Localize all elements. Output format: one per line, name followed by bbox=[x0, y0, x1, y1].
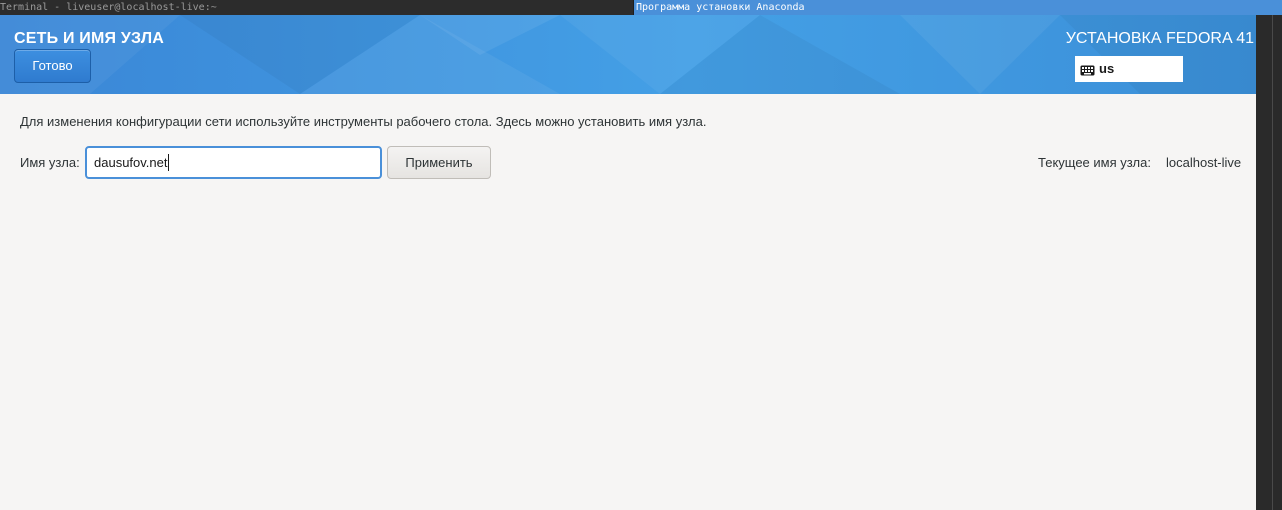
done-button[interactable]: Готово bbox=[14, 49, 91, 83]
network-config-hint: Для изменения конфигурации сети использу… bbox=[20, 114, 707, 129]
spoke-title: СЕТЬ И ИМЯ УЗЛА bbox=[14, 30, 165, 47]
spoke-header: СЕТЬ И ИМЯ УЗЛА Готово УСТАНОВКА FEDORA … bbox=[0, 15, 1256, 94]
taskbar: Terminal - liveuser@localhost-live:~ Про… bbox=[0, 0, 1282, 15]
taskbar-anaconda-button[interactable]: Программа установки Anaconda bbox=[634, 0, 1282, 15]
product-title: УСТАНОВКА FEDORA 41 bbox=[1065, 30, 1254, 47]
header-background-pattern bbox=[0, 15, 1256, 94]
installer-window: СЕТЬ И ИМЯ УЗЛА Готово УСТАНОВКА FEDORA … bbox=[0, 15, 1256, 510]
current-hostname-value: localhost-live bbox=[1166, 155, 1242, 170]
apply-hostname-button[interactable]: Применить bbox=[387, 146, 491, 179]
hostname-input[interactable]: dausufov.net bbox=[85, 146, 382, 179]
keyboard-layout-indicator[interactable]: us bbox=[1075, 56, 1183, 82]
keyboard-layout-label: us bbox=[1099, 61, 1115, 76]
taskbar-terminal-button[interactable]: Terminal - liveuser@localhost-live:~ bbox=[0, 0, 633, 15]
desktop-edge bbox=[1256, 15, 1282, 510]
text-caret bbox=[168, 154, 169, 171]
hostname-input-value: dausufov.net bbox=[94, 155, 168, 170]
current-hostname-label: Текущее имя узла: bbox=[1038, 155, 1151, 170]
hostname-label: Имя узла: bbox=[20, 155, 80, 170]
keyboard-icon bbox=[1080, 63, 1095, 81]
